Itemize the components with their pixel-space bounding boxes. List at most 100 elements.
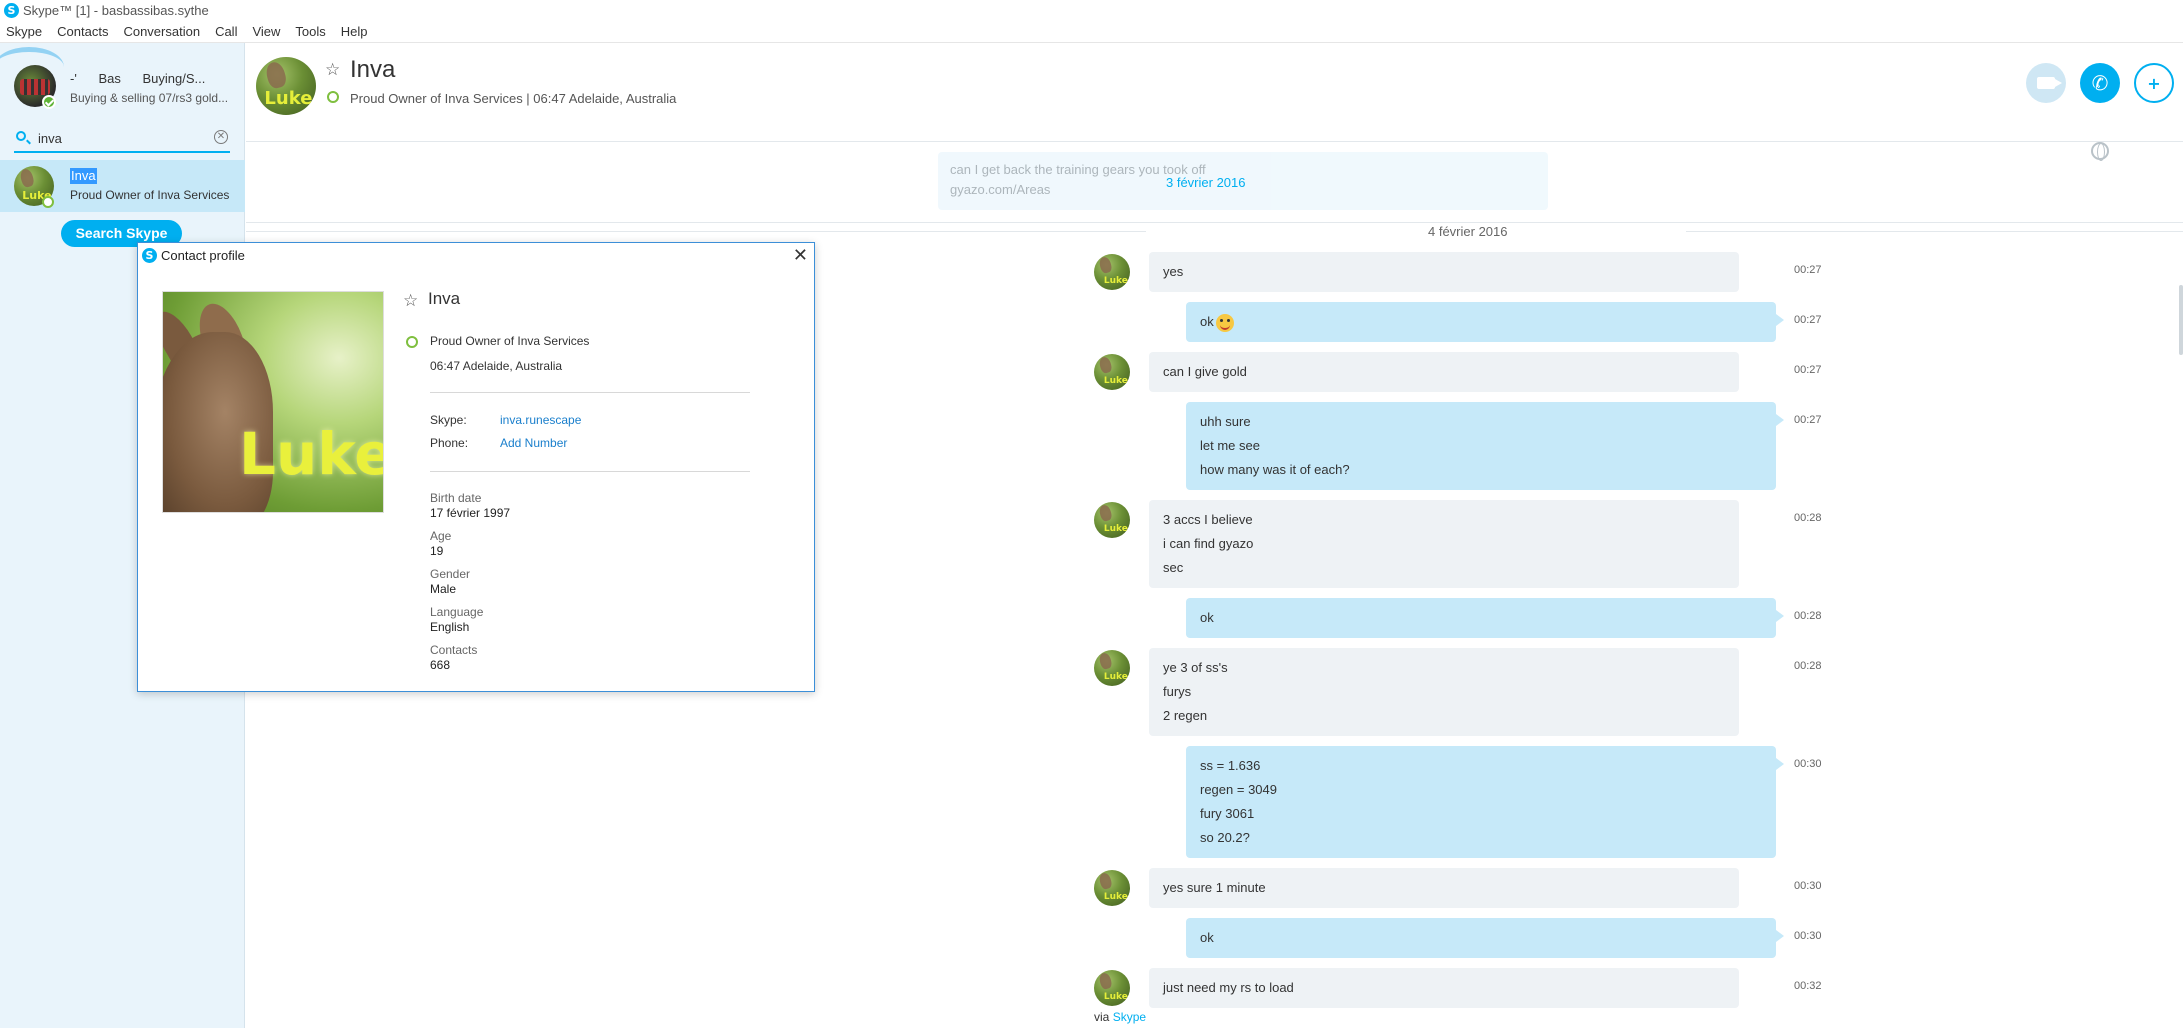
offline-status-icon — [42, 196, 54, 208]
message-text: sec — [1163, 560, 1184, 575]
gender-value: Male — [430, 582, 457, 596]
contact-name[interactable]: Inva — [350, 56, 395, 84]
message-timestamp: 00:27 — [1794, 364, 1822, 376]
menu-view[interactable]: View — [252, 24, 280, 39]
message-text: yes sure 1 minute — [1163, 880, 1266, 895]
message-bubble[interactable]: can I give gold — [1149, 352, 1739, 392]
via-prefix: via — [1094, 1010, 1110, 1024]
globe-icon[interactable] — [2091, 142, 2109, 161]
birth-date-value: 17 février 1997 — [430, 506, 511, 520]
message-bubble[interactable]: uhh sure let me see how many was it of eac… — [1186, 402, 1784, 490]
dialog-title-bar: S Contact profile — [138, 243, 814, 267]
my-name-part-1: -' — [70, 71, 77, 86]
message-text: 2 regen — [1163, 708, 1208, 723]
message-text: how many was it of each? — [1200, 462, 1350, 477]
sender-avatar[interactable]: Luke — [1094, 502, 1130, 538]
date-divider-right — [1686, 231, 2183, 232]
message-timestamp: 00:30 — [1794, 880, 1822, 892]
age-value: 19 — [430, 544, 444, 558]
avatar-ear — [1098, 651, 1114, 671]
phone-label: Phone: — [430, 436, 469, 450]
menu-skype[interactable]: Skype — [6, 24, 42, 39]
message-timestamp: 00:27 — [1794, 314, 1822, 326]
sender-avatar[interactable]: Luke — [1094, 650, 1130, 686]
sender-avatar[interactable]: Luke — [1094, 354, 1130, 390]
online-status-icon — [42, 95, 56, 109]
sender-avatar[interactable]: Luke — [1094, 970, 1130, 1006]
profile-picture-text: Luke — [239, 420, 384, 488]
avatar-text: Luke — [1103, 276, 1128, 287]
dialog-title: Contact profile — [161, 247, 245, 263]
divider — [246, 222, 2183, 223]
result-subtitle: Proud Owner of Inva Services — [70, 188, 230, 202]
message-timestamp: 00:30 — [1794, 930, 1822, 942]
smiley-emoji-icon — [1215, 313, 1234, 332]
message-bubble[interactable]: ok — [1186, 302, 1784, 342]
scrollbar-thumb[interactable] — [2179, 285, 2183, 355]
my-name: -' Bas Buying/S... — [70, 71, 223, 86]
profile-local-time: 06:47 Adelaide, Australia — [430, 359, 563, 373]
message-bubble[interactable]: yes — [1149, 252, 1739, 292]
offline-status-icon — [406, 336, 418, 348]
message-bubble[interactable]: just need my rs to load — [1149, 968, 1739, 1008]
message-bubble[interactable]: yes sure 1 minute — [1149, 868, 1739, 908]
profile-name: Inva — [428, 289, 461, 308]
avatar-pattern — [20, 79, 50, 95]
message-text: so 20.2? — [1200, 830, 1250, 845]
via-skype-link[interactable]: Skype — [1113, 1010, 1146, 1024]
menu-contacts[interactable]: Contacts — [57, 24, 108, 39]
close-icon[interactable]: ✕ — [793, 245, 808, 266]
conversation-header: Luke ☆ Inva Proud Owner of Inva Services… — [246, 43, 2183, 142]
search-icon — [16, 131, 26, 141]
favorite-star-icon[interactable]: ☆ — [325, 60, 340, 80]
menu-tools[interactable]: Tools — [295, 24, 325, 39]
message-timestamp: 00:28 — [1794, 512, 1822, 524]
avatar-text: Luke — [1103, 672, 1128, 683]
phone-icon: ✆ — [2091, 71, 2109, 95]
search-result-row[interactable]: Luke Inva Proud Owner of Inva Services — [0, 160, 245, 212]
message-text: let me see — [1200, 438, 1260, 453]
audio-call-button[interactable]: ✆ — [2080, 63, 2120, 103]
clear-search-icon[interactable]: ✕ — [214, 130, 228, 144]
video-call-button[interactable] — [2026, 63, 2066, 103]
avatar-ear — [19, 167, 36, 189]
skype-id-link[interactable]: inva.runescape — [500, 413, 581, 427]
divider — [430, 471, 750, 472]
contacts-value: 668 — [430, 658, 451, 672]
sender-avatar[interactable]: Luke — [1094, 254, 1130, 290]
avatar-ear — [1098, 255, 1114, 275]
message-text: ye 3 of ss's — [1163, 660, 1228, 675]
message-bubble[interactable]: ok — [1186, 598, 1784, 638]
menu-bar: Skype Contacts Conversation Call View To… — [0, 21, 2183, 43]
contacts-label: Contacts — [430, 643, 478, 657]
language-label: Language — [430, 605, 484, 619]
add-number-link[interactable]: Add Number — [500, 436, 567, 450]
date-label: 4 février 2016 — [1418, 224, 1518, 239]
add-people-button[interactable]: + — [2134, 63, 2174, 103]
favorite-star-icon[interactable]: ☆ — [403, 291, 418, 311]
avatar-ear — [1098, 971, 1114, 991]
search-input[interactable] — [38, 127, 198, 149]
via-label: via Skype — [1094, 1010, 1146, 1024]
sender-avatar[interactable]: Luke — [1094, 870, 1130, 906]
message-timestamp: 00:28 — [1794, 610, 1822, 622]
menu-conversation[interactable]: Conversation — [123, 24, 200, 39]
contact-profile-dialog: S Contact profile ✕ Luke ☆ Inva Proud Ow… — [137, 242, 815, 692]
menu-help[interactable]: Help — [341, 24, 368, 39]
menu-call[interactable]: Call — [215, 24, 237, 39]
faded-date-label: 3 février 2016 — [1166, 175, 1246, 190]
contact-avatar[interactable]: Luke — [256, 57, 316, 115]
message-bubble[interactable]: ss = 1.636 regen = 3049 fury 3061 so 20.2? — [1186, 746, 1784, 858]
message-text: uhh sure — [1200, 414, 1251, 429]
message-text: furys — [1163, 684, 1192, 699]
message-timestamp: 00:30 — [1794, 758, 1822, 770]
avatar-text: Luke — [1103, 376, 1128, 387]
add-person-icon: + — [2147, 73, 2161, 93]
message-bubble[interactable]: ye 3 of ss's furys 2 regen — [1149, 648, 1739, 736]
my-profile-area[interactable]: -' Bas Buying/S... Buying & selling 07/r… — [0, 43, 245, 118]
my-mood-message: Buying & selling 07/rs3 gold... — [70, 91, 229, 105]
message-text: ok — [1200, 610, 1214, 625]
message-bubble[interactable]: 3 accs I believe i can find gyazo sec — [1149, 500, 1739, 588]
avatar-text: Luke — [264, 88, 313, 110]
message-bubble[interactable]: ok — [1186, 918, 1784, 958]
